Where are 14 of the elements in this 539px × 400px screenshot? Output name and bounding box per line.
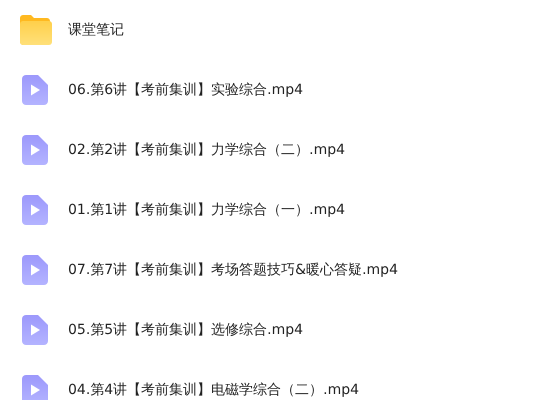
file-name[interactable]: 05.第5讲【考前集训】选修综合.mp4 [68, 320, 304, 340]
folder-name[interactable]: 课堂笔记 [68, 20, 124, 40]
file-name[interactable]: 06.第6讲【考前集训】实验综合.mp4 [68, 80, 304, 100]
video-file-icon [22, 195, 48, 225]
video-file-icon [22, 255, 48, 285]
video-file-icon [22, 375, 48, 400]
video-file-icon [22, 135, 48, 165]
file-name[interactable]: 01.第1讲【考前集训】力学综合（一）.mp4 [68, 200, 346, 220]
folder-icon [18, 15, 52, 45]
video-file-icon [22, 315, 48, 345]
file-name[interactable]: 02.第2讲【考前集训】力学综合（二）.mp4 [68, 140, 346, 160]
video-file-icon [22, 75, 48, 105]
file-name[interactable]: 07.第7讲【考前集训】考场答题技巧&暖心答疑.mp4 [68, 260, 398, 280]
file-name[interactable]: 04.第4讲【考前集训】电磁学综合（二）.mp4 [68, 380, 360, 400]
